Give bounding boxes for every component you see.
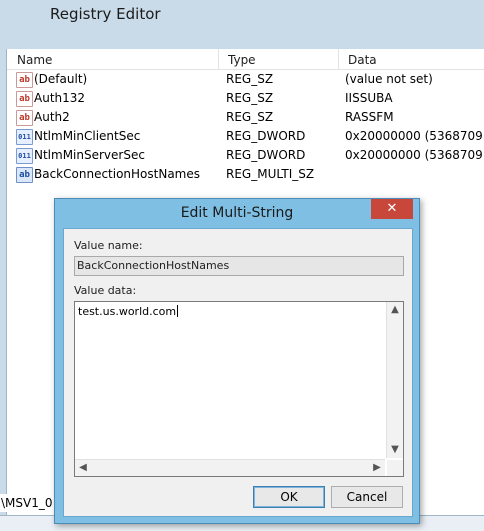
value-data: 0x20000000 (536870912) <box>345 129 484 143</box>
window-title: Registry Editor <box>50 5 161 23</box>
value-data: 0x20000000 (536870912) <box>345 148 484 162</box>
value-type: REG_SZ <box>226 91 274 105</box>
column-header-name[interactable]: Name <box>7 51 217 69</box>
value-name: (Default) <box>34 72 88 86</box>
value-data-content: test.us.world.com <box>78 305 179 318</box>
scroll-down-arrow-icon[interactable]: ▼ <box>387 442 403 458</box>
scrollbar-corner <box>387 460 403 476</box>
dialog-body: Value name: BackConnectionHostNames Valu… <box>63 228 413 517</box>
column-header-type[interactable]: Type <box>218 51 338 69</box>
value-data-textarea[interactable]: test.us.world.com ▲ ▼ ◀ ▶ <box>74 301 404 477</box>
binary-value-icon: 011 <box>16 148 33 164</box>
value-name: NtlmMinServerSec <box>34 148 145 162</box>
binary-value-icon: 011 <box>16 129 33 145</box>
table-row[interactable]: ab (Default) REG_SZ (value not set) <box>7 70 484 89</box>
string-value-icon: ab <box>16 91 33 107</box>
scroll-up-arrow-icon[interactable]: ▲ <box>387 302 403 318</box>
value-name: Auth2 <box>34 110 70 124</box>
table-row[interactable]: 011 NtlmMinServerSec REG_DWORD 0x20000000 (… <box>7 146 484 165</box>
table-row[interactable]: ab BackConnectionHostNames REG_MULTI_SZ <box>7 165 484 184</box>
value-data: RASSFM <box>345 110 394 124</box>
table-row[interactable]: ab Auth132 REG_SZ IISSUBA <box>7 89 484 108</box>
table-row[interactable]: 011 NtlmMinClientSec REG_DWORD 0x20000000 (… <box>7 127 484 146</box>
dialog-title: Edit Multi-String <box>180 205 294 221</box>
horizontal-scrollbar[interactable]: ◀ ▶ <box>75 459 385 476</box>
value-data: IISSUBA <box>345 91 393 105</box>
close-icon[interactable]: ✕ <box>371 199 413 219</box>
string-value-icon: ab <box>16 72 33 88</box>
multi-string-value-icon: ab <box>16 167 33 183</box>
scroll-left-arrow-icon[interactable]: ◀ <box>75 460 91 476</box>
text-caret <box>177 305 179 317</box>
value-name: NtlmMinClientSec <box>34 129 141 143</box>
value-type: REG_DWORD <box>226 129 306 143</box>
ok-button[interactable]: OK <box>253 486 325 508</box>
value-data-label: Value data: <box>74 284 137 297</box>
value-name-field: BackConnectionHostNames <box>74 256 404 276</box>
value-type: REG_DWORD <box>226 148 306 162</box>
edit-multi-string-dialog: Edit Multi-String ✕ Value name: BackConn… <box>54 198 420 524</box>
column-header-data[interactable]: Data <box>338 51 484 69</box>
value-name-label: Value name: <box>74 239 143 252</box>
value-type: REG_MULTI_SZ <box>226 167 315 181</box>
value-name: Auth132 <box>34 91 86 105</box>
value-type: REG_SZ <box>226 72 274 86</box>
value-data: (value not set) <box>345 72 433 86</box>
table-row[interactable]: ab Auth2 REG_SZ RASSFM <box>7 108 484 127</box>
value-name: BackConnectionHostNames <box>34 167 201 181</box>
vertical-scrollbar[interactable]: ▲ ▼ <box>386 302 403 458</box>
key-path-fragment: \MSV1_0 <box>0 494 59 512</box>
string-value-icon: ab <box>16 110 33 126</box>
cancel-button[interactable]: Cancel <box>331 486 403 508</box>
value-type: REG_SZ <box>226 110 274 124</box>
scroll-right-arrow-icon[interactable]: ▶ <box>369 460 385 476</box>
list-header: Name Type Data <box>7 49 484 70</box>
